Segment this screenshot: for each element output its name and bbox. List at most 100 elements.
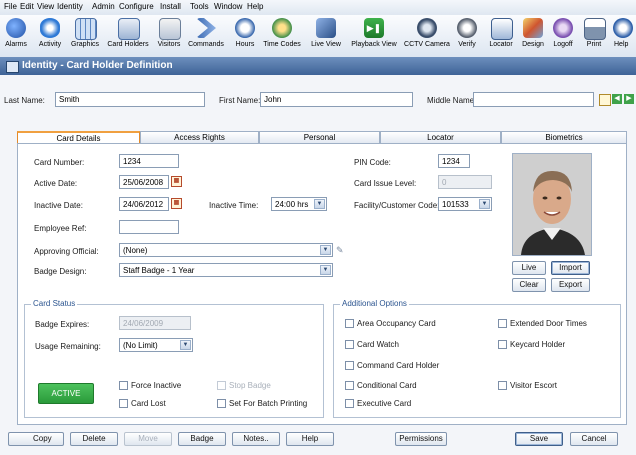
menu-view[interactable]: View bbox=[37, 2, 54, 11]
toolbar-activity[interactable]: Activity bbox=[33, 15, 67, 57]
menu-window[interactable]: Window bbox=[214, 2, 242, 11]
toolbar: Alarms Activity Graphics Card Holders Vi… bbox=[0, 15, 636, 58]
card-details-panel: Card Number: 1234 Active Date: 25/06/200… bbox=[17, 143, 627, 425]
usage-remaining-select[interactable]: (No Limit) ▼ bbox=[119, 338, 193, 352]
badge-design-label: Badge Design: bbox=[34, 267, 87, 276]
last-name-label: Last Name: bbox=[4, 96, 45, 105]
active-date-input[interactable]: 25/06/2008 bbox=[119, 175, 169, 189]
notes-button[interactable]: Notes.. bbox=[232, 432, 280, 446]
copy-button[interactable]: Copy bbox=[8, 432, 64, 446]
conditional-card-checkbox[interactable] bbox=[345, 381, 354, 390]
badge-expires-input: 24/06/2009 bbox=[119, 316, 191, 330]
area-occupancy-checkbox[interactable] bbox=[345, 319, 354, 328]
inactive-time-select[interactable]: 24:00 hrs ▼ bbox=[271, 197, 327, 211]
usage-remaining-label: Usage Remaining: bbox=[35, 342, 101, 351]
badge-button[interactable]: Badge bbox=[178, 432, 226, 446]
menu-help[interactable]: Help bbox=[247, 2, 263, 11]
help-button[interactable]: Help bbox=[286, 432, 334, 446]
clock-icon bbox=[235, 18, 255, 38]
toolbar-alarms[interactable]: Alarms bbox=[0, 15, 32, 57]
badge-design-select[interactable]: Staff Badge - 1 Year ▼ bbox=[119, 263, 333, 277]
clear-photo-button[interactable]: Clear bbox=[512, 278, 546, 292]
toolbar-cctv-camera[interactable]: CCTV Camera bbox=[402, 15, 452, 57]
toolbar-visitors[interactable]: Visitors bbox=[153, 15, 185, 57]
toolbar-design[interactable]: Design bbox=[518, 15, 548, 57]
menu-configure[interactable]: Configure bbox=[119, 2, 154, 11]
middle-name-input[interactable] bbox=[473, 92, 594, 107]
menu-tools[interactable]: Tools bbox=[190, 2, 209, 11]
pencil-icon[interactable]: ✎ bbox=[336, 245, 344, 256]
edit-note-icon[interactable] bbox=[599, 94, 611, 106]
card-watch-checkbox[interactable] bbox=[345, 340, 354, 349]
keycard-holder-checkbox[interactable] bbox=[498, 340, 507, 349]
inactive-date-calendar-icon[interactable]: ▦ bbox=[171, 198, 182, 209]
visitor-escort-label: Visitor Escort bbox=[510, 381, 557, 390]
chevron-down-icon: ▼ bbox=[479, 199, 490, 209]
tab-locator[interactable]: Locator bbox=[380, 131, 501, 143]
command-card-holder-checkbox[interactable] bbox=[345, 361, 354, 370]
toolbar-hours[interactable]: Hours bbox=[231, 15, 259, 57]
toolbar-live-view[interactable]: Live View bbox=[306, 15, 346, 57]
menu-identity[interactable]: Identity bbox=[57, 2, 83, 11]
force-inactive-checkbox[interactable] bbox=[119, 381, 128, 390]
toolbar-commands[interactable]: Commands bbox=[185, 15, 227, 57]
active-date-calendar-icon[interactable]: ▦ bbox=[171, 176, 182, 187]
pin-code-label: PIN Code: bbox=[354, 158, 391, 167]
tab-biometrics[interactable]: Biometrics bbox=[501, 131, 627, 143]
pin-code-input[interactable]: 1234 bbox=[438, 154, 470, 168]
menu-admin[interactable]: Admin bbox=[92, 2, 115, 11]
tab-personal[interactable]: Personal bbox=[259, 131, 380, 143]
additional-options-group: Additional Options Area Occupancy Card C… bbox=[333, 299, 621, 418]
first-name-label: First Name: bbox=[219, 96, 261, 105]
batch-printing-checkbox[interactable] bbox=[217, 399, 226, 408]
menu-install[interactable]: Install bbox=[160, 2, 181, 11]
middle-name-label: Middle Name: bbox=[427, 96, 477, 105]
toolbar-time-codes[interactable]: Time Codes bbox=[260, 15, 304, 57]
cancel-button[interactable]: Cancel bbox=[570, 432, 618, 446]
executive-card-checkbox[interactable] bbox=[345, 399, 354, 408]
permissions-button[interactable]: Permissions bbox=[395, 432, 447, 446]
toolbar-graphics[interactable]: Graphics bbox=[67, 15, 103, 57]
card-status-title: Card Status bbox=[31, 299, 78, 308]
toolbar-logoff[interactable]: Logoff bbox=[548, 15, 578, 57]
live-photo-button[interactable]: Live bbox=[512, 261, 546, 275]
toolbar-print[interactable]: Print bbox=[580, 15, 608, 57]
employee-ref-input[interactable] bbox=[119, 220, 179, 234]
export-photo-button[interactable]: Export bbox=[551, 278, 590, 292]
activity-eye-icon bbox=[40, 18, 60, 38]
employee-ref-label: Employee Ref: bbox=[34, 224, 87, 233]
save-button[interactable]: Save bbox=[515, 432, 563, 446]
graphics-grid-icon bbox=[75, 18, 97, 40]
card-status-active-button[interactable]: ACTIVE bbox=[38, 383, 94, 404]
menu-edit[interactable]: Edit bbox=[20, 2, 34, 11]
inactive-date-input[interactable]: 24/06/2012 bbox=[119, 197, 169, 211]
card-watch-label: Card Watch bbox=[357, 340, 399, 349]
toolbar-help[interactable]: Help bbox=[610, 15, 636, 57]
card-lost-checkbox[interactable] bbox=[119, 399, 128, 408]
menu-file[interactable]: File bbox=[4, 2, 17, 11]
active-date-label: Active Date: bbox=[34, 179, 78, 188]
portrait-image bbox=[513, 154, 591, 255]
visitor-escort-checkbox[interactable] bbox=[498, 381, 507, 390]
last-name-input[interactable]: Smith bbox=[55, 92, 205, 107]
approving-official-select[interactable]: (None) ▼ bbox=[119, 243, 333, 257]
toolbar-verify[interactable]: Verify bbox=[452, 15, 482, 57]
first-name-input[interactable]: John bbox=[260, 92, 413, 107]
facility-code-select[interactable]: 101533 ▼ bbox=[438, 197, 492, 211]
extended-door-times-checkbox[interactable] bbox=[498, 319, 507, 328]
time-codes-icon bbox=[272, 18, 292, 38]
next-arrow-icon[interactable]: ▶ bbox=[624, 94, 634, 104]
card-number-input[interactable]: 1234 bbox=[119, 154, 179, 168]
import-photo-button[interactable]: Import bbox=[551, 261, 590, 275]
keycard-holder-label: Keycard Holder bbox=[510, 340, 566, 349]
toolbar-locator[interactable]: Locator bbox=[484, 15, 518, 57]
visitors-icon bbox=[159, 18, 181, 40]
toolbar-playback-view[interactable]: ▶❚ Playback View bbox=[348, 15, 400, 57]
previous-arrow-icon[interactable]: ◀ bbox=[612, 94, 622, 104]
additional-options-title: Additional Options bbox=[340, 299, 409, 308]
chevron-down-icon: ▼ bbox=[320, 265, 331, 275]
chevron-down-icon: ▼ bbox=[314, 199, 325, 209]
delete-button[interactable]: Delete bbox=[70, 432, 118, 446]
toolbar-card-holders[interactable]: Card Holders bbox=[103, 15, 153, 57]
tab-access-rights[interactable]: Access Rights bbox=[140, 131, 259, 143]
